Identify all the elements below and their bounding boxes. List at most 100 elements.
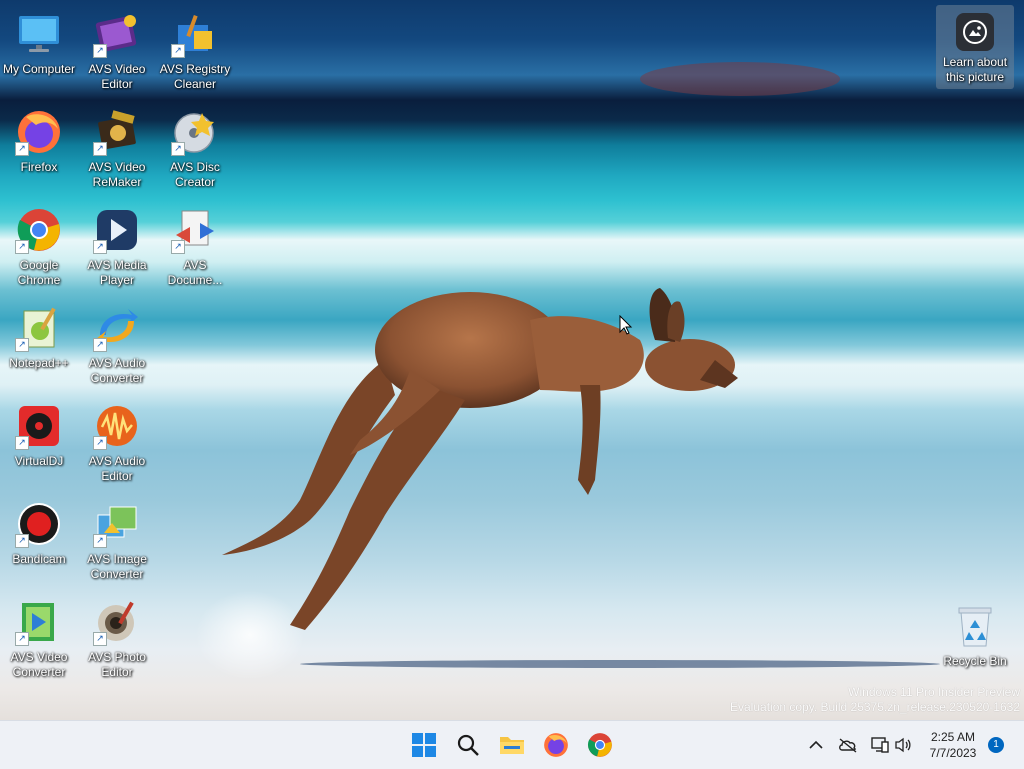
recycle-bin-icon	[951, 602, 999, 650]
kangaroo-wallpaper	[222, 288, 738, 630]
icon-label: AVS Video ReMaker	[88, 160, 146, 189]
desktop-icon-avs-video-editor[interactable]: ↗ AVS Video Editor	[78, 4, 156, 94]
chrome-icon: ↗	[15, 206, 63, 254]
shortcut-arrow-icon: ↗	[93, 632, 107, 646]
shortcut-arrow-icon: ↗	[15, 534, 29, 548]
icon-label: AVS Media Player	[87, 258, 147, 287]
virtualdj-icon: ↗	[15, 402, 63, 450]
icon-label: AVS Audio Converter	[88, 356, 146, 385]
chevron-up-icon	[809, 740, 823, 749]
icon-label: AVS Video Converter	[10, 650, 68, 679]
search-icon	[457, 734, 479, 756]
camera-icon	[956, 13, 994, 51]
shortcut-arrow-icon: ↗	[171, 240, 185, 254]
icon-label: AVS Registry Cleaner	[159, 62, 231, 91]
file-explorer-button[interactable]	[492, 725, 532, 765]
taskbar: 2:25 AM 7/7/2023 1	[0, 720, 1024, 769]
learn-about-picture-label: Learn about this picture	[942, 55, 1008, 84]
icon-label: Firefox	[20, 160, 58, 174]
shortcut-arrow-icon: ↗	[15, 338, 29, 352]
volume-tray-button[interactable]	[892, 733, 914, 757]
windows-start-icon	[412, 733, 436, 757]
watermark-line-2: Evaluation copy. Build 25375.zn_release.…	[730, 700, 1020, 714]
registry-cleaner-icon: ↗	[171, 10, 219, 58]
video-remaker-icon: ↗	[93, 108, 141, 156]
shortcut-arrow-icon: ↗	[171, 142, 185, 156]
onedrive-tray-button[interactable]	[836, 733, 860, 757]
desktop-icon-avs-registry-cleaner[interactable]: ↗ AVS Registry Cleaner	[156, 4, 234, 94]
volume-icon	[895, 737, 911, 753]
icon-label: Google Chrome	[17, 258, 61, 287]
start-button[interactable]	[404, 725, 444, 765]
wallpaper-island	[640, 62, 840, 96]
firefox-icon	[544, 733, 568, 757]
icon-label: Notepad++	[9, 356, 69, 370]
folder-icon	[500, 737, 524, 754]
desktop-icon-avs-image-converter[interactable]: ↗ AVS Image Converter	[78, 494, 156, 584]
image-converter-icon: ↗	[93, 500, 141, 548]
monitor-icon	[15, 10, 63, 58]
desktop-icon-avs-audio-converter[interactable]: ↗ AVS Audio Converter	[78, 298, 156, 388]
desktop-icon-avs-video-remaker[interactable]: ↗ AVS Video ReMaker	[78, 102, 156, 192]
onedrive-offline-icon	[839, 738, 857, 753]
shortcut-arrow-icon: ↗	[93, 534, 107, 548]
icon-label: AVS Audio Editor	[88, 454, 146, 483]
desktop-icon-google-chrome[interactable]: ↗ Google Chrome	[0, 200, 78, 290]
search-button[interactable]	[448, 725, 488, 765]
shortcut-arrow-icon: ↗	[93, 436, 107, 450]
watermark-line-1: Windows 11 Pro Insider Preview	[848, 685, 1020, 699]
desktop-icon-notepadpp[interactable]: ↗ Notepad++	[0, 298, 78, 388]
wallpaper-shadow	[300, 660, 940, 668]
clock-button[interactable]: 2:25 AM 7/7/2023	[920, 729, 986, 761]
show-hidden-icons-button[interactable]	[806, 733, 826, 757]
icon-label: Recycle Bin	[943, 654, 1007, 668]
desktop-icon-avs-audio-editor[interactable]: ↗ AVS Audio Editor	[78, 396, 156, 486]
audio-converter-icon: ↗	[93, 304, 141, 352]
firefox-taskbar-button[interactable]	[536, 725, 576, 765]
shortcut-arrow-icon: ↗	[93, 338, 107, 352]
clock-time: 2:25 AM	[930, 730, 976, 744]
notification-badge[interactable]: 1	[988, 737, 1004, 753]
video-converter-icon: ↗	[15, 598, 63, 646]
desktop-icon-avs-disc-creator[interactable]: ↗ AVS Disc Creator	[156, 102, 234, 192]
desktop-icon-avs-photo-editor[interactable]: ↗ AVS Photo Editor	[78, 592, 156, 682]
disc-icon: ↗	[171, 108, 219, 156]
mouse-cursor-icon	[619, 315, 633, 335]
chrome-taskbar-button[interactable]	[580, 725, 620, 765]
shortcut-arrow-icon: ↗	[93, 240, 107, 254]
desktop-icon-avs-document-converter[interactable]: ↗ AVS Docume...	[156, 200, 234, 290]
chrome-icon	[587, 733, 612, 757]
icon-label: AVS Docume...	[167, 258, 223, 287]
shortcut-arrow-icon: ↗	[15, 142, 29, 156]
shortcut-arrow-icon: ↗	[15, 436, 29, 450]
desktop-icon-avs-video-converter[interactable]: ↗ AVS Video Converter	[0, 592, 78, 682]
clock-date: 7/7/2023	[929, 746, 977, 760]
icon-label: AVS Photo Editor	[88, 650, 146, 679]
desktop-icon-my-computer[interactable]: My Computer	[0, 4, 78, 94]
icon-label: Bandicam	[12, 552, 66, 566]
icon-label: VirtualDJ	[14, 454, 64, 468]
icon-label: AVS Disc Creator	[170, 160, 220, 189]
audio-editor-icon: ↗	[93, 402, 141, 450]
icon-label: My Computer	[2, 62, 76, 76]
desktop-icon-bandicam[interactable]: ↗ Bandicam	[0, 494, 78, 584]
film-clapper-icon: ↗	[93, 10, 141, 58]
document-converter-icon: ↗	[171, 206, 219, 254]
learn-about-picture-button[interactable]: Learn about this picture	[936, 5, 1014, 89]
network-icon	[871, 737, 889, 753]
windows-watermark: Windows 11 Pro Insider Preview Evaluatio…	[730, 685, 1020, 715]
icon-label: AVS Image Converter	[87, 552, 147, 581]
media-player-icon: ↗	[93, 206, 141, 254]
network-tray-button[interactable]	[868, 733, 892, 757]
desktop-icon-firefox[interactable]: ↗ Firefox	[0, 102, 78, 192]
notepadpp-icon: ↗	[15, 304, 63, 352]
desktop-icon-virtualdj[interactable]: ↗ VirtualDJ	[0, 396, 78, 486]
desktop[interactable]: My Computer ↗ AVS Video Editor ↗ AVS Reg…	[0, 0, 1024, 720]
desktop-icon-recycle-bin[interactable]: Recycle Bin	[936, 596, 1014, 686]
icon-label: AVS Video Editor	[88, 62, 146, 91]
bandicam-icon: ↗	[15, 500, 63, 548]
photo-editor-icon: ↗	[93, 598, 141, 646]
firefox-icon: ↗	[15, 108, 63, 156]
shortcut-arrow-icon: ↗	[15, 632, 29, 646]
desktop-icon-avs-media-player[interactable]: ↗ AVS Media Player	[78, 200, 156, 290]
